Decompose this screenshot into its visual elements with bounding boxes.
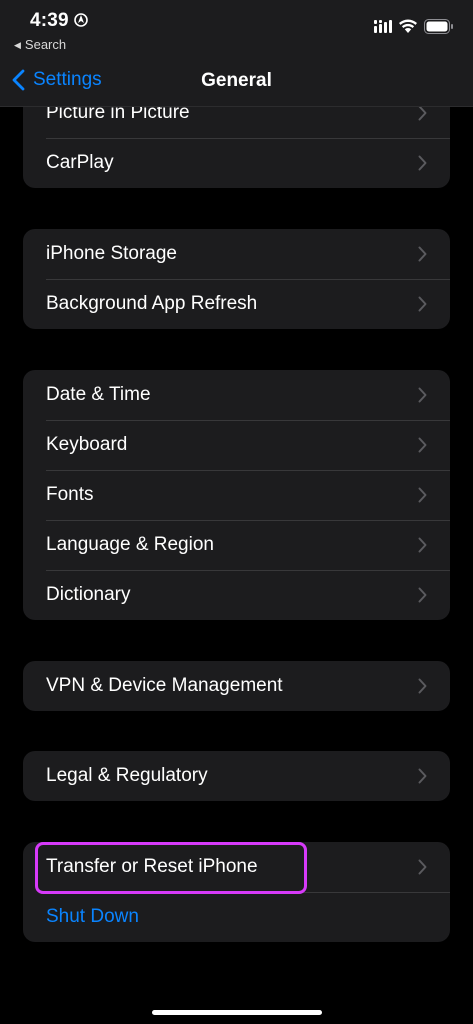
list-item-fonts[interactable]: Fonts: [23, 470, 450, 520]
chevron-right-icon: [418, 487, 427, 503]
chevron-right-icon: [418, 678, 427, 694]
chevron-right-icon: [418, 246, 427, 262]
row-label: Transfer or Reset iPhone: [46, 856, 258, 877]
list-item-legal-regulatory[interactable]: Legal & Regulatory: [23, 751, 450, 801]
row-label: Keyboard: [46, 434, 128, 455]
chevron-right-icon: [418, 437, 427, 453]
chevron-right-icon: [418, 768, 427, 784]
chevron-right-icon: [418, 105, 427, 121]
back-triangle-icon: ◀: [14, 40, 21, 50]
row-label: Background App Refresh: [46, 293, 258, 314]
navigation-bar: Settings General: [0, 56, 473, 107]
chevron-right-icon: [418, 859, 427, 875]
chevron-right-icon: [418, 387, 427, 403]
shut-down-button[interactable]: Shut Down: [23, 892, 450, 942]
list-item-vpn-device-management[interactable]: VPN & Device Management: [23, 661, 450, 711]
list-item-date-time[interactable]: Date & Time: [23, 370, 450, 420]
row-label: Date & Time: [46, 384, 151, 405]
chevron-right-icon: [418, 587, 427, 603]
home-indicator[interactable]: [152, 1010, 322, 1015]
status-time: 4:39: [30, 10, 69, 31]
list-item-iphone-storage[interactable]: iPhone Storage: [23, 229, 450, 279]
list-item-keyboard[interactable]: Keyboard: [23, 420, 450, 470]
chevron-right-icon: [418, 155, 427, 171]
settings-group-vpn: VPN & Device Management: [23, 661, 450, 711]
settings-group-storage: iPhone Storage Background App Refresh: [23, 229, 450, 329]
row-label: CarPlay: [46, 152, 114, 173]
settings-group-locale: Date & Time Keyboard Fonts Language & Re…: [23, 370, 450, 620]
row-label: Dictionary: [46, 584, 131, 605]
battery-icon: [424, 19, 453, 34]
wifi-icon: [399, 19, 417, 33]
list-item-transfer-reset-iphone[interactable]: Transfer or Reset iPhone: [23, 842, 450, 892]
list-item-background-app-refresh[interactable]: Background App Refresh: [23, 279, 450, 329]
status-bar: 4:39 ◀ Search: [0, 0, 473, 56]
row-label: VPN & Device Management: [46, 675, 283, 696]
row-label: Language & Region: [46, 534, 214, 555]
cellular-signal-icon: [374, 20, 392, 33]
list-item-dictionary[interactable]: Dictionary: [23, 570, 450, 620]
chevron-right-icon: [418, 537, 427, 553]
shut-down-label: Shut Down: [46, 906, 139, 927]
list-item-language-region[interactable]: Language & Region: [23, 520, 450, 570]
location-icon: [74, 13, 88, 27]
row-label: Fonts: [46, 484, 94, 505]
back-to-app-label: Search: [24, 37, 67, 52]
back-to-app-link[interactable]: ◀ Search: [14, 37, 66, 52]
page-title: General: [201, 70, 272, 91]
settings-group-reset: Transfer or Reset iPhone Shut Down: [23, 842, 450, 942]
row-label: Legal & Regulatory: [46, 765, 208, 786]
list-item-carplay[interactable]: CarPlay: [23, 138, 450, 188]
chevron-right-icon: [418, 296, 427, 312]
row-label: iPhone Storage: [46, 243, 177, 264]
settings-group-legal: Legal & Regulatory: [23, 751, 450, 801]
